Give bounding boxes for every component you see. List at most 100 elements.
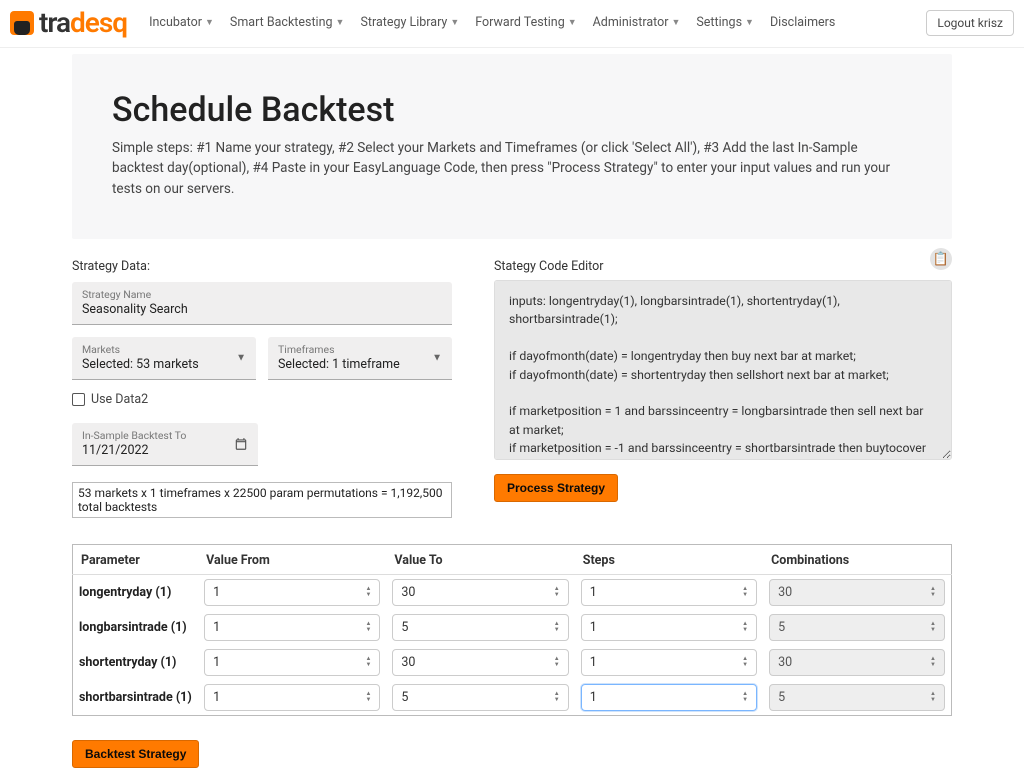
number-value: 5 xyxy=(401,690,408,705)
number-value: 5 xyxy=(778,620,785,635)
backtest-summary: 53 markets x 1 timeframes x 22500 param … xyxy=(72,482,452,518)
number-value: 1 xyxy=(590,690,597,705)
brand-icon xyxy=(10,11,34,35)
brand-text-mid: desq xyxy=(70,6,127,39)
nav-administrator[interactable]: Administrator▼ xyxy=(587,11,687,34)
insample-value: 11/21/2022 xyxy=(82,443,248,458)
number-value: 30 xyxy=(401,585,415,600)
stepper-icon: ▲▼ xyxy=(930,656,936,668)
stepper-icon[interactable]: ▲▼ xyxy=(365,621,371,633)
stepper-icon[interactable]: ▲▼ xyxy=(554,691,560,703)
number-value: 1 xyxy=(590,655,597,670)
markets-value: Selected: 53 markets xyxy=(82,357,246,372)
number-value: 1 xyxy=(213,690,220,705)
strategy-name-value: Seasonality Search xyxy=(82,302,442,317)
parameter-name: shortentryday (1) xyxy=(73,645,199,680)
nav-label: Smart Backtesting xyxy=(230,15,333,30)
nav-label: Strategy Library xyxy=(360,15,447,30)
nav-forward-testing[interactable]: Forward Testing▼ xyxy=(469,11,582,34)
use-data2-label: Use Data2 xyxy=(91,392,148,407)
backtest-strategy-button[interactable]: Backtest Strategy xyxy=(72,740,199,768)
value-from-input[interactable]: 1 ▲▼ xyxy=(204,649,380,676)
markets-label: Markets xyxy=(82,343,246,356)
stepper-icon[interactable]: ▲▼ xyxy=(554,621,560,633)
parameter-name: longentryday (1) xyxy=(73,574,199,610)
number-value: 1 xyxy=(590,620,597,635)
page-description: Simple steps: #1 Name your strategy, #2 … xyxy=(112,138,912,199)
stepper-icon: ▲▼ xyxy=(930,586,936,598)
nav-smart-backtesting[interactable]: Smart Backtesting▼ xyxy=(224,11,351,34)
table-row: shortbarsintrade (1)1▲▼5▲▼1▲▼5▲▼ xyxy=(73,680,952,716)
number-value: 1 xyxy=(213,620,220,635)
value-to-input[interactable]: 30 ▲▼ xyxy=(392,579,568,606)
nav-label: Administrator xyxy=(593,15,669,30)
parameter-name: shortbarsintrade (1) xyxy=(73,680,199,716)
strategy-data-header: Strategy Data: xyxy=(72,259,452,274)
markets-select[interactable]: Markets Selected: 53 markets ▼ xyxy=(72,337,256,380)
clipboard-icon: 📋 xyxy=(933,252,949,267)
nav-strategy-library[interactable]: Strategy Library▼ xyxy=(354,11,465,34)
use-data2-checkbox[interactable] xyxy=(72,393,85,406)
timeframes-value: Selected: 1 timeframe xyxy=(278,357,442,372)
value-to-input[interactable]: 5 ▲▼ xyxy=(392,684,568,711)
nav-label: Incubator xyxy=(149,15,202,30)
number-value: 1 xyxy=(213,585,220,600)
combinations-output: 30 ▲▼ xyxy=(769,579,945,606)
stepper-icon[interactable]: ▲▼ xyxy=(554,656,560,668)
number-value: 1 xyxy=(590,585,597,600)
col-steps: Steps xyxy=(575,544,763,574)
value-to-input[interactable]: 5▲▼ xyxy=(392,614,568,641)
stepper-icon[interactable]: ▲▼ xyxy=(365,656,371,668)
value-to-input[interactable]: 30▲▼ xyxy=(392,649,568,676)
chevron-down-icon: ▼ xyxy=(745,17,754,28)
table-row: longentryday (1) 1 ▲▼ 30 ▲▼ 1 ▲▼ 30 ▲▼ xyxy=(73,574,952,610)
nav-label: Disclaimers xyxy=(770,15,835,30)
hero-panel: Schedule Backtest Simple steps: #1 Name … xyxy=(72,54,952,239)
combinations-output: 5▲▼ xyxy=(769,614,945,641)
strategy-name-field[interactable]: Strategy Name Seasonality Search xyxy=(72,282,452,325)
paste-button[interactable]: 📋 xyxy=(930,248,952,270)
parameter-name: longbarsintrade (1) xyxy=(73,610,199,645)
col-value-to: Value To xyxy=(386,544,574,574)
stepper-icon[interactable]: ▲▼ xyxy=(742,586,748,598)
nav-incubator[interactable]: Incubator▼ xyxy=(143,11,220,34)
strategy-name-label: Strategy Name xyxy=(82,288,442,301)
chevron-down-icon: ▼ xyxy=(450,17,459,28)
number-value: 30 xyxy=(778,585,792,600)
stepper-icon[interactable]: ▲▼ xyxy=(742,691,748,703)
stepper-icon[interactable]: ▲▼ xyxy=(365,586,371,598)
logout-button[interactable]: Logout krisz xyxy=(926,10,1014,36)
page-title: Schedule Backtest xyxy=(112,90,912,130)
code-editor-header: Stategy Code Editor xyxy=(494,259,604,274)
steps-input[interactable]: 1 ▲▼ xyxy=(581,614,757,641)
code-editor-textarea[interactable] xyxy=(494,280,952,460)
stepper-icon[interactable]: ▲▼ xyxy=(742,621,748,633)
combinations-output: 5▲▼ xyxy=(769,684,945,711)
number-value: 30 xyxy=(778,655,792,670)
brand-logo[interactable]: tradesq xyxy=(10,6,127,39)
col-combinations: Combinations xyxy=(763,544,951,574)
stepper-icon: ▲▼ xyxy=(930,691,936,703)
value-from-input[interactable]: 1 ▲▼ xyxy=(204,614,380,641)
stepper-icon[interactable]: ▲▼ xyxy=(554,586,560,598)
nav-disclaimers[interactable]: Disclaimers xyxy=(764,11,841,34)
process-strategy-button[interactable]: Process Strategy xyxy=(494,474,618,502)
chevron-down-icon: ▼ xyxy=(671,17,680,28)
table-row: shortentryday (1)1▲▼30▲▼1▲▼30▲▼ xyxy=(73,645,952,680)
stepper-icon[interactable]: ▲▼ xyxy=(365,691,371,703)
main-nav: Incubator▼ Smart Backtesting▼ Strategy L… xyxy=(143,11,841,34)
insample-date-field[interactable]: In-Sample Backtest To 11/21/2022 xyxy=(72,423,258,466)
value-from-input[interactable]: 1 ▲▼ xyxy=(204,579,380,606)
insample-label: In-Sample Backtest To xyxy=(82,429,248,442)
value-from-input[interactable]: 1 ▲▼ xyxy=(204,684,380,711)
calendar-icon xyxy=(234,437,248,451)
stepper-icon[interactable]: ▲▼ xyxy=(742,656,748,668)
steps-input[interactable]: 1 ▲▼ xyxy=(581,684,757,711)
steps-input[interactable]: 1 ▲▼ xyxy=(581,649,757,676)
timeframes-select[interactable]: Timeframes Selected: 1 timeframe ▼ xyxy=(268,337,452,380)
nav-label: Forward Testing xyxy=(475,15,564,30)
chevron-down-icon: ▼ xyxy=(205,17,214,28)
nav-settings[interactable]: Settings▼ xyxy=(690,11,760,34)
steps-input[interactable]: 1 ▲▼ xyxy=(581,579,757,606)
number-value: 1 xyxy=(213,655,220,670)
